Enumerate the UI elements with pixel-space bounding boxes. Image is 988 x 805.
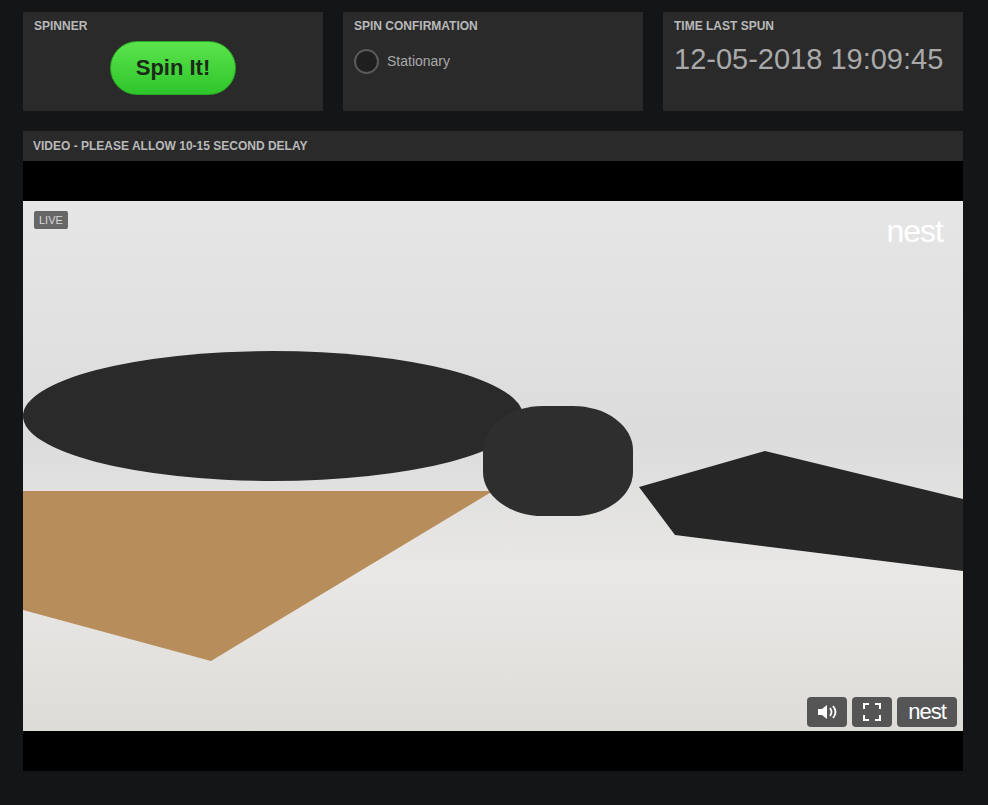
scene-shape xyxy=(23,491,493,661)
scene-shape xyxy=(483,406,633,516)
video-frame: LIVE nest nest xyxy=(23,201,963,731)
confirmation-card: SPIN CONFIRMATION Stationary xyxy=(343,12,643,111)
card-label: SPIN CONFIRMATION xyxy=(354,19,632,33)
spinner-card: SPINNER Spin It! xyxy=(23,12,323,111)
fullscreen-button[interactable] xyxy=(852,697,892,727)
speaker-icon xyxy=(816,703,838,721)
video-header: VIDEO - PLEASE ALLOW 10-15 SECOND DELAY xyxy=(23,131,963,161)
nest-watermark: nest xyxy=(887,211,943,251)
scene-shape xyxy=(603,451,963,571)
last-spun-card: TIME LAST SPUN 12-05-2018 19:09:45 xyxy=(663,12,963,111)
status-text: Stationary xyxy=(387,51,450,72)
spin-button[interactable]: Spin It! xyxy=(110,41,236,95)
last-spun-time: 12-05-2018 19:09:45 xyxy=(674,41,952,77)
button-area: Spin It! xyxy=(34,41,312,95)
card-label: TIME LAST SPUN xyxy=(674,19,952,33)
status-row: SPINNER Spin It! SPIN CONFIRMATION Stationa… xyxy=(23,12,963,111)
video-title: VIDEO - PLEASE ALLOW 10-15 SECOND DELAY xyxy=(33,139,953,153)
video-area: LIVE nest nest xyxy=(23,161,963,771)
card-label: SPINNER xyxy=(34,19,312,33)
live-badge: LIVE xyxy=(34,211,68,229)
fullscreen-icon xyxy=(863,703,881,721)
volume-button[interactable] xyxy=(807,697,847,727)
video-panel: VIDEO - PLEASE ALLOW 10-15 SECOND DELAY L… xyxy=(23,131,963,771)
status-line: Stationary xyxy=(354,49,632,74)
nest-button[interactable]: nest xyxy=(897,697,957,727)
status-dot xyxy=(354,49,379,74)
scene-shape xyxy=(23,351,523,481)
player-controls: nest xyxy=(807,697,957,727)
